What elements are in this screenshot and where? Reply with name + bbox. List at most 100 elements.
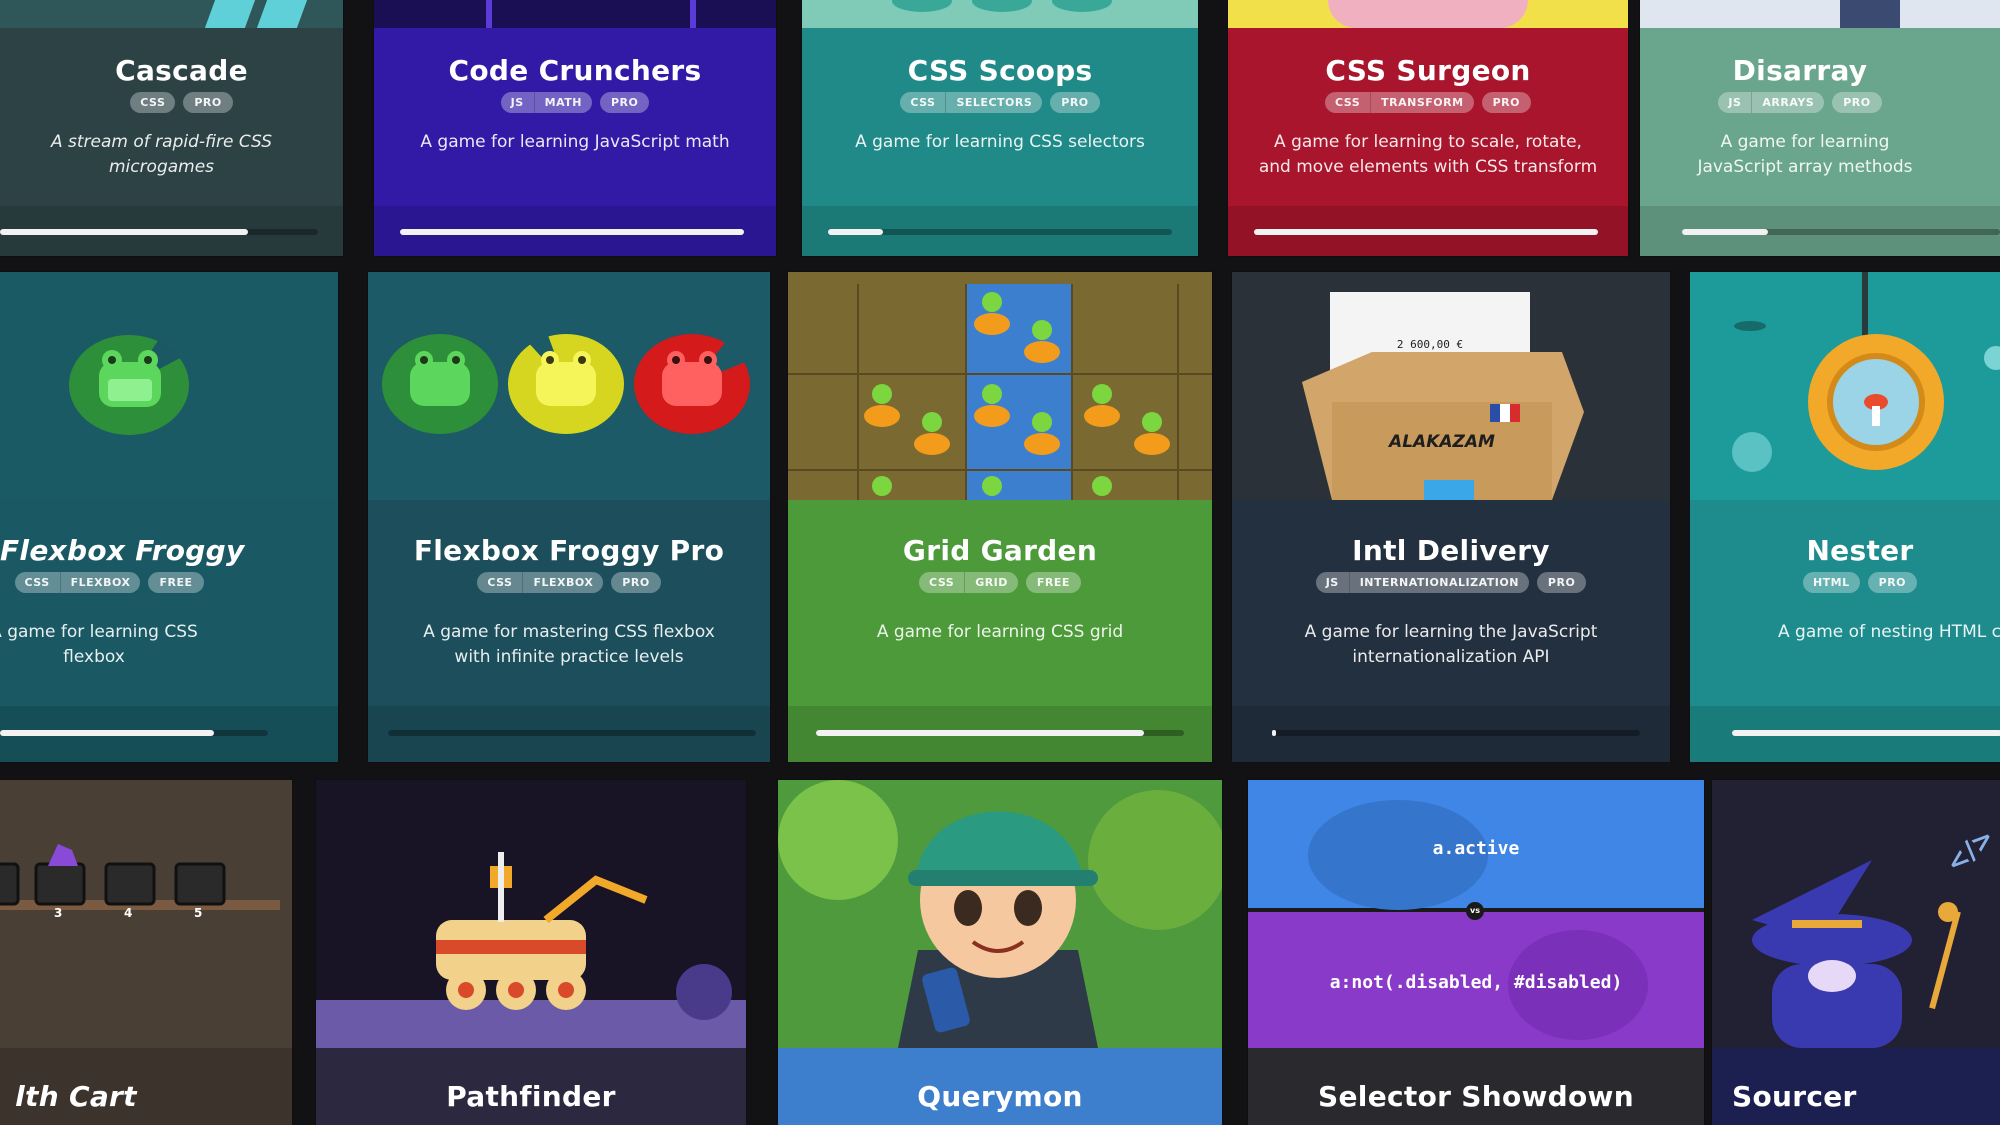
progress-bar: [388, 730, 756, 736]
progress-fill: [1272, 730, 1276, 736]
game-card-pathfinder[interactable]: Pathfinder: [316, 780, 746, 1125]
game-card-selector-showdown[interactable]: vs a.active a:not(.disabled, #disabled) …: [1248, 780, 1704, 1125]
card-description: A game for learning the JavaScript inter…: [1304, 622, 1598, 667]
rover-icon: [316, 852, 746, 1048]
tag-css: CSS: [910, 96, 936, 109]
trainer-avatar-icon: [778, 780, 1222, 1048]
card-tags: CSS FLEXBOX PRO: [368, 572, 770, 593]
plan-badge: PRO: [183, 92, 233, 113]
card-title: Nester: [1806, 534, 1914, 567]
card-title: Grid Garden: [902, 534, 1098, 567]
pathfinder-art: [316, 780, 746, 1048]
tag-flexbox: FLEXBOX: [59, 572, 141, 593]
delivery-box-icon: [1232, 272, 1670, 500]
card-title: Flexbox Froggy Pro: [413, 534, 725, 567]
card-title: Cascade: [115, 54, 248, 87]
mine-carts-icon: [0, 844, 280, 910]
card-title: Sourcer: [1732, 1080, 1857, 1113]
nester-art: [1690, 272, 2000, 500]
game-card-sourcer[interactable]: </> Sourcer: [1712, 780, 2000, 1125]
froggy-pro-art: [368, 272, 770, 500]
sourcer-art: </>: [1712, 780, 2000, 1048]
progress-bar: [1682, 229, 2000, 235]
progress-bar: [400, 229, 744, 235]
progress-bar: [0, 229, 318, 235]
game-card-grid-garden[interactable]: Grid Garden CSS GRID FREE A game for lea…: [788, 272, 1212, 762]
vs-badge: vs: [1466, 902, 1484, 920]
tag-math: MATH: [533, 92, 592, 113]
plan-badge: FREE: [148, 572, 204, 593]
progress-bar: [0, 730, 268, 736]
progress-bar: [1272, 730, 1640, 736]
crunchers-art: [374, 0, 776, 28]
tag-js: JS: [1325, 576, 1339, 589]
nester-diver-icon: [1732, 272, 2000, 472]
cart-art: 3 4 5: [0, 780, 292, 1048]
frog-icon: [69, 335, 189, 435]
tag-grid: GRID: [964, 572, 1018, 593]
surgeon-art: [1228, 0, 1628, 28]
intl-art: 2 600,00 € ALAKAZAM: [1232, 272, 1670, 500]
progress-fill: [1254, 229, 1598, 235]
plan-badge: PRO: [1832, 92, 1882, 113]
game-card-querymon[interactable]: Querymon: [778, 780, 1222, 1125]
disarray-art: [1640, 0, 2000, 28]
card-title: Querymon: [917, 1080, 1083, 1113]
card-tags: HTML PRO: [1690, 572, 2000, 593]
progress-fill: [828, 229, 884, 235]
game-card-css-surgeon[interactable]: CSS Surgeon CSS TRANSFORM PRO A game for…: [1228, 0, 1628, 256]
card-description: A game for learning CSS grid: [876, 622, 1124, 642]
plan-badge: PRO: [611, 572, 661, 593]
progress-bar: [816, 730, 1184, 736]
card-description: A game of nesting HTML co: [1778, 622, 2000, 642]
card-title: Flexbox Froggy: [0, 534, 245, 567]
tag-transform: TRANSFORM: [1370, 92, 1473, 113]
game-card-cart[interactable]: 3 4 5 lth Cart: [0, 780, 292, 1125]
card-title: Disarray: [1732, 54, 1868, 87]
card-title: CSS Surgeon: [1325, 54, 1531, 87]
cart-number: 5: [194, 906, 203, 920]
card-title: Code Crunchers: [448, 54, 702, 87]
plan-badge: PRO: [1481, 92, 1531, 113]
tag-js: JS: [1728, 96, 1742, 109]
game-card-nester[interactable]: Nester HTML PRO A game of nesting HTML c…: [1690, 272, 2000, 762]
card-title: lth Cart: [15, 1080, 137, 1113]
progress-bar: [828, 229, 1172, 235]
tag-internationalization: INTERNATIONALIZATION: [1348, 572, 1529, 593]
game-card-code-crunchers[interactable]: Code Crunchers JS MATH PRO A game for le…: [374, 0, 776, 256]
tag-css: CSS: [929, 576, 955, 589]
game-card-css-scoops[interactable]: CSS Scoops CSS SELECTORS PRO A game for …: [802, 0, 1198, 256]
froggy-art: [0, 272, 338, 500]
tag-css: CSS: [1335, 96, 1361, 109]
card-title: Intl Delivery: [1352, 534, 1550, 567]
card-tags: CSS GRID FREE: [788, 572, 1212, 593]
selector-top: a.active: [1432, 838, 1520, 859]
game-card-intl-delivery[interactable]: 2 600,00 € ALAKAZAM Intl Delivery JS INT…: [1232, 272, 1670, 762]
querymon-art: [778, 780, 1222, 1048]
card-description: A game for learning JavaScript math: [420, 132, 730, 152]
progress-fill: [1732, 730, 2000, 736]
tag-html: HTML: [1812, 576, 1850, 589]
plan-badge: FREE: [1025, 572, 1081, 593]
card-tags: CSS FLEXBOX FREE: [0, 572, 218, 593]
card-description: A game for mastering CSS flexbox with in…: [423, 622, 715, 667]
card-title: Selector Showdown: [1318, 1080, 1634, 1113]
progress-fill: [1682, 229, 1768, 235]
card-title: CSS Scoops: [907, 54, 1093, 87]
game-card-cascade[interactable]: Cascade CSS PRO A stream of rapid-fire C…: [0, 0, 343, 256]
game-card-flexbox-froggy[interactable]: Flexbox Froggy CSS FLEXBOX FREE A game f…: [0, 272, 338, 762]
game-card-flexbox-froggy-pro[interactable]: Flexbox Froggy Pro CSS FLEXBOX PRO A gam…: [368, 272, 770, 762]
progress-fill: [816, 730, 1144, 736]
tag-selectors: SELECTORS: [945, 92, 1042, 113]
tag-css: CSS: [487, 576, 513, 589]
progress-fill: [400, 229, 744, 235]
card-description: A game for learning CSS selectors: [855, 132, 1145, 152]
card-tags: JS MATH PRO: [374, 92, 776, 113]
wizard-icon: [1752, 860, 1961, 1048]
cart-number: 3: [54, 906, 63, 920]
selector-bottom: a:not(.disabled, #disabled): [1329, 972, 1623, 993]
game-card-disarray[interactable]: Disarray JS ARRAYS PRO A game for learni…: [1640, 0, 2000, 256]
tag-js: JS: [510, 96, 524, 109]
price-label: 2 600,00 €: [1396, 338, 1464, 351]
card-description: A game for learning CSS flexbox: [0, 622, 198, 667]
